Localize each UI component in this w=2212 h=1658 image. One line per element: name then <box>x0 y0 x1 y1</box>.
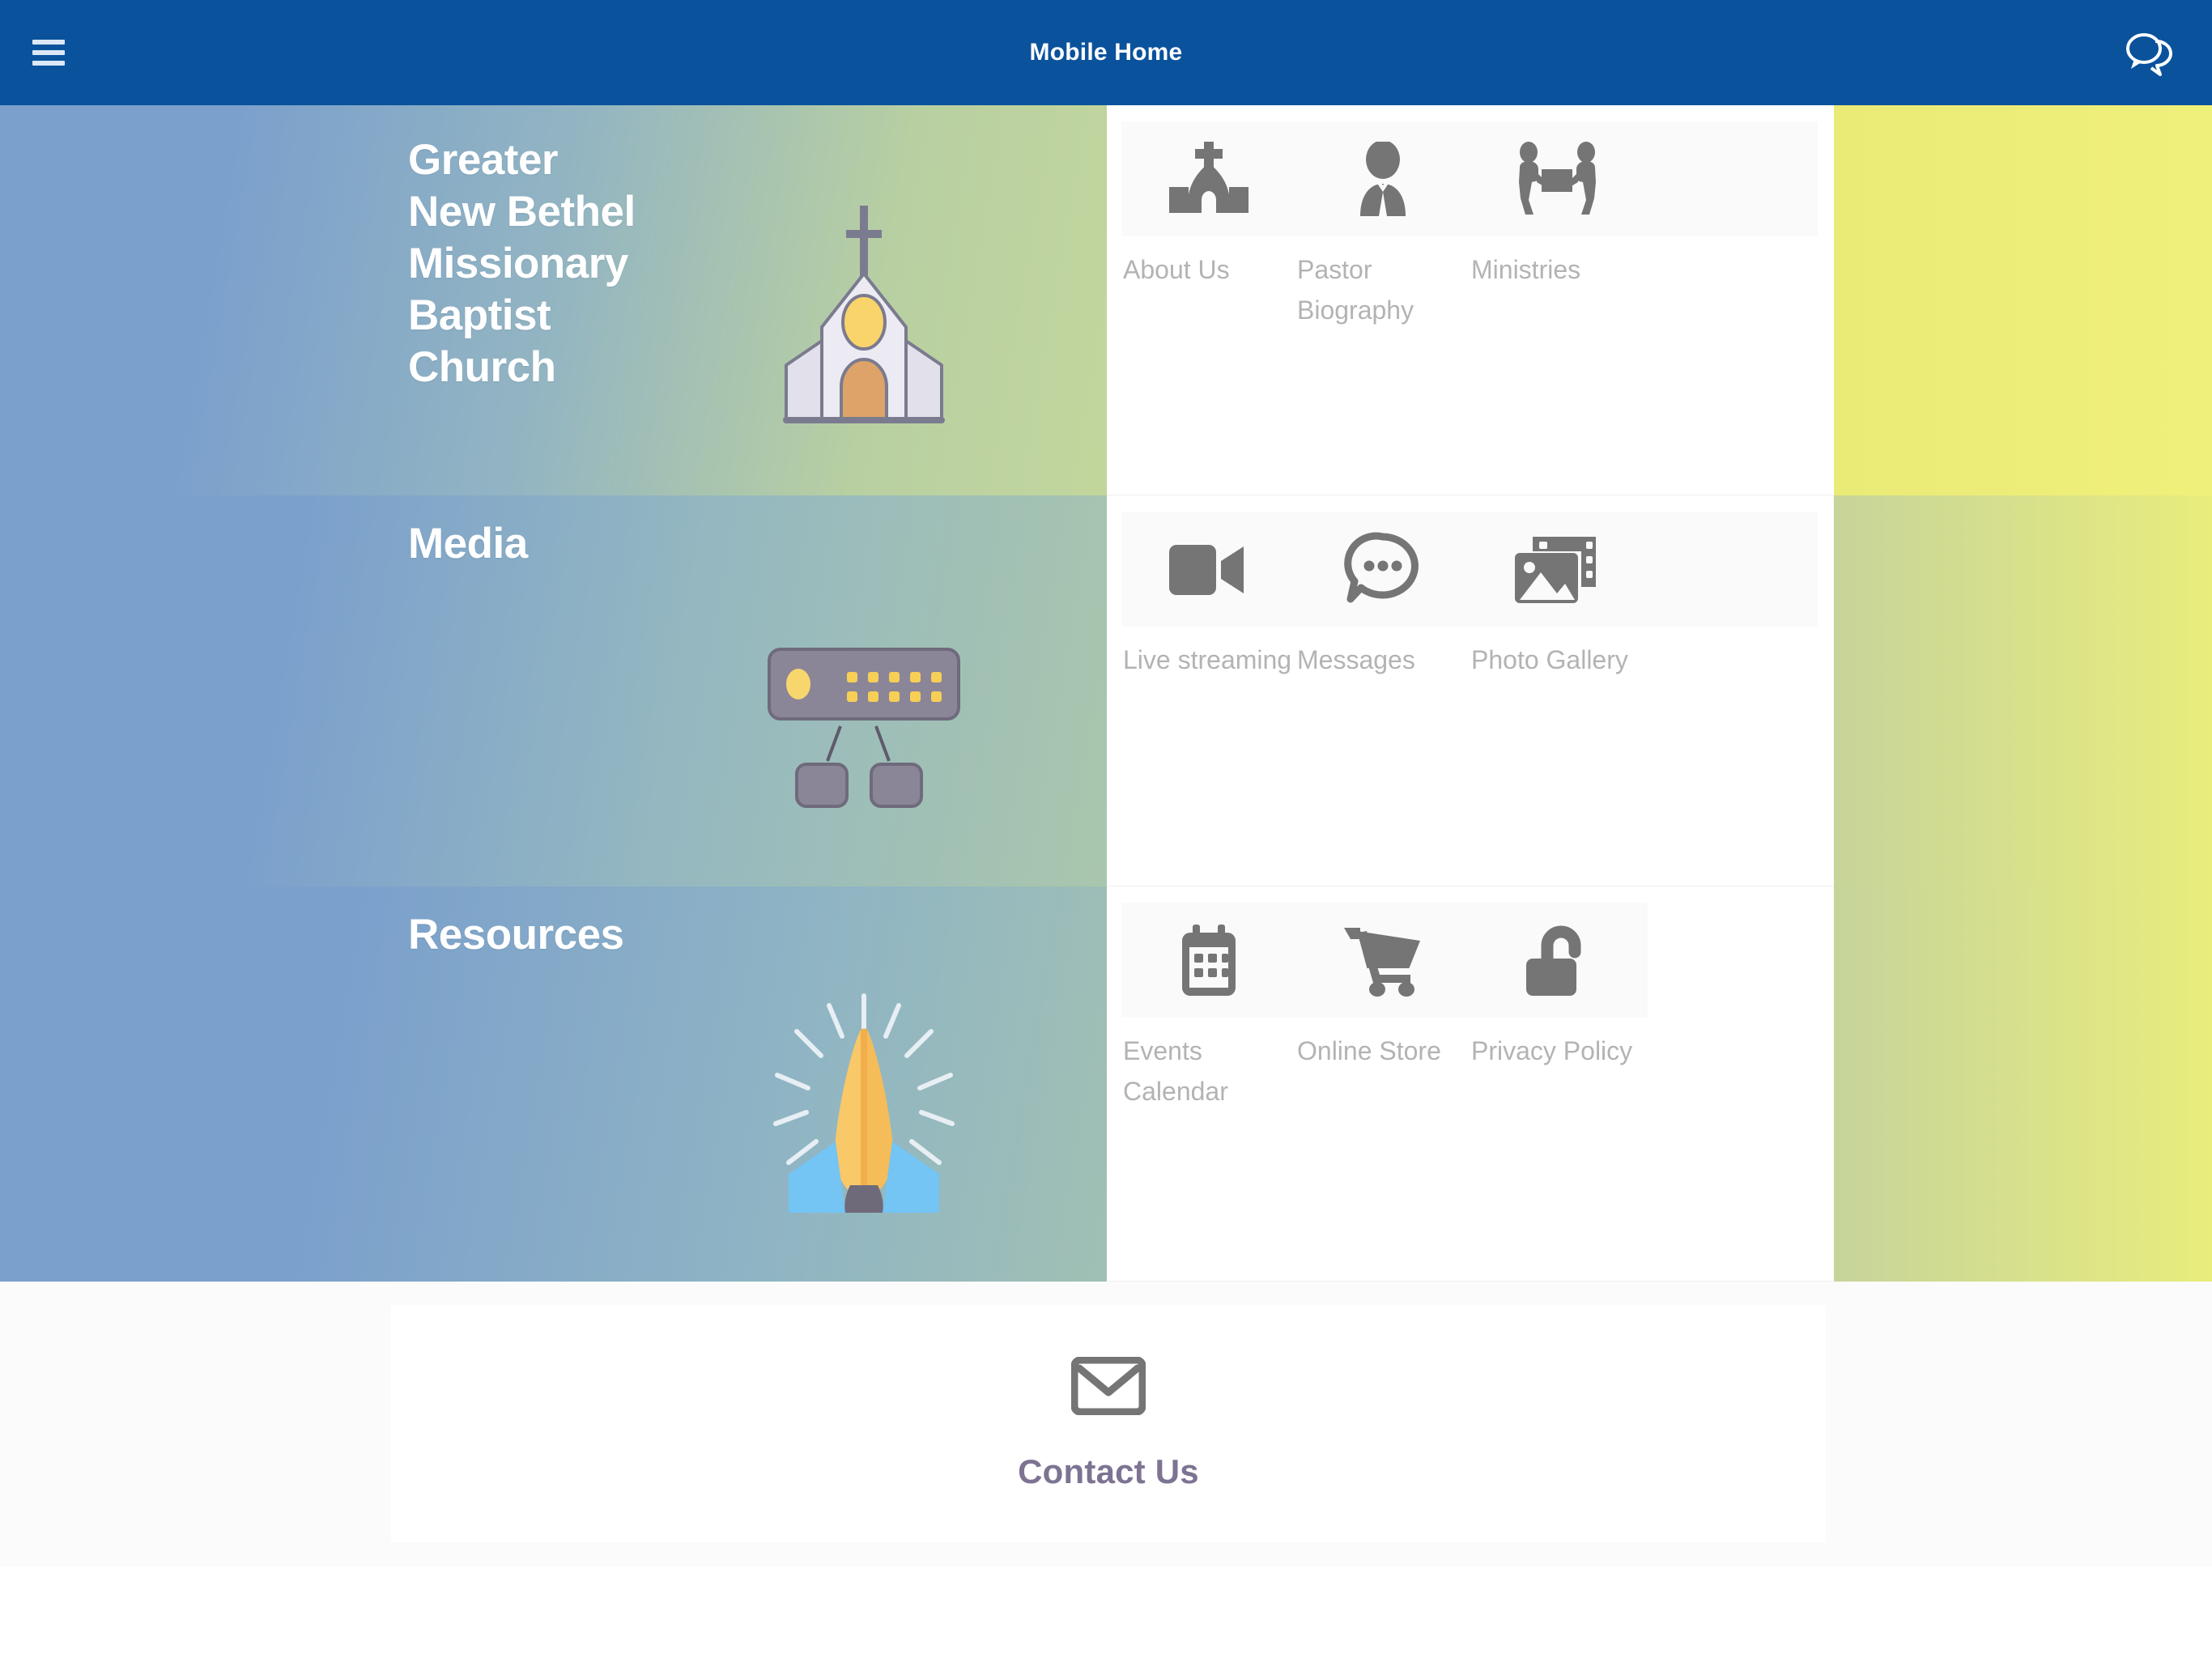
section-row-resources: Resources Events Calendar Online Store P… <box>0 886 2212 1282</box>
tile-label: Messages <box>1297 645 1415 674</box>
tile-group-resources: Events Calendar Online Store Privacy Pol… <box>1121 903 1644 1112</box>
praying-hands-emoji <box>742 935 985 1282</box>
open-padlock-icon <box>1470 903 1644 1018</box>
tile-label: About Us <box>1123 255 1230 284</box>
tile-group-media: Live streaming Messages Photo Gallery <box>1121 512 1644 680</box>
church-icon <box>1121 121 1295 236</box>
contact-us-label: Contact Us <box>1018 1452 1199 1490</box>
section-banner-resources[interactable]: Resources <box>0 886 1107 1282</box>
section-banner-media[interactable]: Media <box>0 495 1107 886</box>
shopping-cart-icon <box>1295 903 1470 1018</box>
section-heading: Greater New Bethel Missionary Baptist Ch… <box>408 136 636 391</box>
app-bar: Mobile Home <box>0 0 2212 105</box>
video-camera-icon <box>1121 512 1295 627</box>
section-row-about: Greater New Bethel Missionary Baptist Ch… <box>0 105 2212 495</box>
tile-group-about: About Us Pastor Biography Ministries <box>1121 121 1644 330</box>
tile-label: Ministries <box>1471 255 1581 284</box>
tile-messages[interactable]: Messages <box>1295 512 1470 680</box>
page-title: Mobile Home <box>1029 39 1183 66</box>
tile-label: Events Calendar <box>1123 1036 1228 1106</box>
people-carrying-box-icon <box>1470 121 1644 236</box>
tile-ministries[interactable]: Ministries <box>1470 121 1644 330</box>
tile-privacy-policy[interactable]: Privacy Policy <box>1470 903 1644 1112</box>
control-knobs-emoji <box>742 568 985 886</box>
speech-bubble-icon <box>1295 512 1470 627</box>
section-banner-church[interactable]: Greater New Bethel Missionary Baptist Ch… <box>0 105 1107 495</box>
church-emoji <box>742 138 985 495</box>
envelope-icon <box>1071 1356 1146 1415</box>
tile-pastor-biography[interactable]: Pastor Biography <box>1295 121 1470 330</box>
section-panel-resources: Events Calendar Online Store Privacy Pol… <box>1107 886 1834 1282</box>
tile-label: Online Store <box>1297 1036 1441 1065</box>
chat-bubbles-icon[interactable] <box>2121 28 2178 77</box>
tile-label: Live streaming <box>1123 645 1292 674</box>
tile-label: Photo Gallery <box>1471 645 1628 674</box>
photo-gallery-icon <box>1470 512 1644 627</box>
calendar-icon <box>1121 903 1295 1018</box>
tile-about-us[interactable]: About Us <box>1121 121 1295 330</box>
tile-events-calendar[interactable]: Events Calendar <box>1121 903 1295 1112</box>
section-heading: Resources <box>408 911 624 959</box>
contact-us-card[interactable]: Contact Us <box>391 1305 1826 1542</box>
home-sections: Greater New Bethel Missionary Baptist Ch… <box>0 105 2212 1282</box>
contact-section: Contact Us <box>0 1282 2212 1567</box>
person-in-tie-icon <box>1295 121 1470 236</box>
tile-label: Pastor Biography <box>1297 255 1414 325</box>
section-heading: Media <box>408 520 528 568</box>
section-row-media: Media Live streaming Messages Photo Gall… <box>0 495 2212 886</box>
tile-label: Privacy Policy <box>1471 1036 1633 1065</box>
section-panel-media: Live streaming Messages Photo Gallery <box>1107 495 1834 886</box>
section-panel-about: About Us Pastor Biography Ministries <box>1107 105 1834 495</box>
tile-live-streaming[interactable]: Live streaming <box>1121 512 1295 680</box>
tile-photo-gallery[interactable]: Photo Gallery <box>1470 512 1644 680</box>
tile-online-store[interactable]: Online Store <box>1295 903 1470 1112</box>
